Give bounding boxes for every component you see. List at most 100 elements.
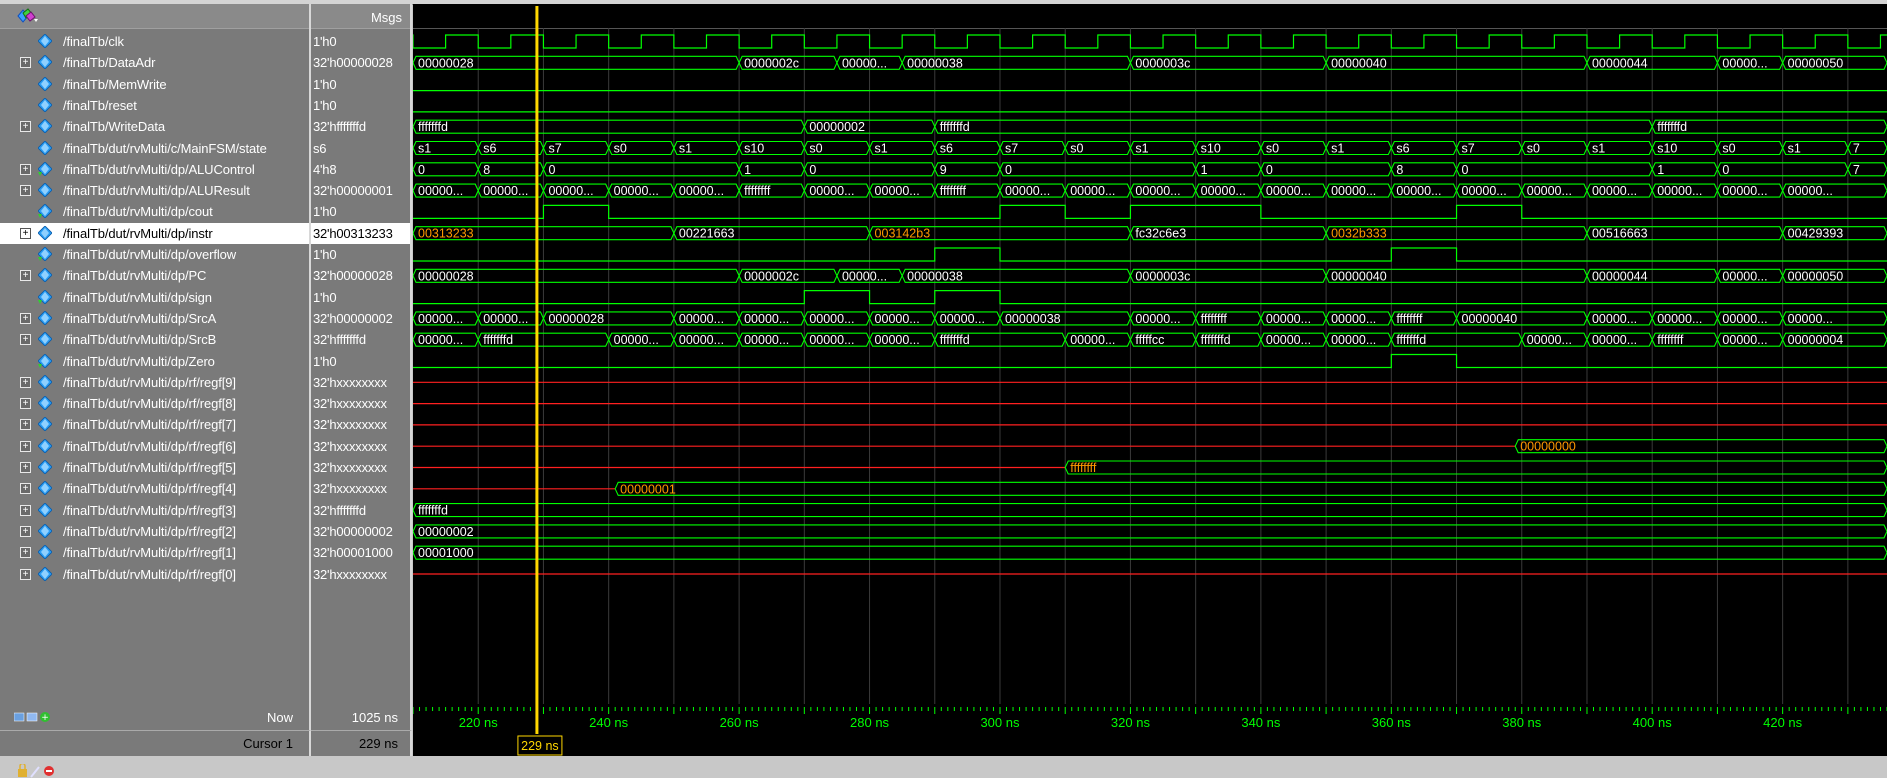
- signal-row[interactable]: + /finalTb/dut/rvMulti/dp/rf/regf[7]: [0, 414, 309, 435]
- signal-row[interactable]: /finalTb/reset: [0, 95, 309, 116]
- signal-value-row[interactable]: s6: [311, 138, 410, 159]
- signal-row[interactable]: + /finalTb/dut/rvMulti/dp/rf/regf[5]: [0, 457, 309, 478]
- signal-value-row[interactable]: 1'h0: [311, 287, 410, 308]
- signal-value-row[interactable]: 32'hxxxxxxxx: [311, 414, 410, 435]
- signal-names-pane[interactable]: /finalTb/clk + /finalTb/DataAdr/finalTb/Me…: [0, 4, 311, 704]
- signal-value-row[interactable]: 32'h00001000: [311, 542, 410, 563]
- signal-value-row[interactable]: 4'h8: [311, 159, 410, 180]
- signal-value-row[interactable]: 1'h0: [311, 351, 410, 372]
- signal-value-row[interactable]: 1'h0: [311, 74, 410, 95]
- signal-values-pane[interactable]: Msgs 1'h0 32'h00000028 1'h0 1'h0 32'hfffffff…: [311, 4, 412, 704]
- signal-row[interactable]: /finalTb/MemWrite: [0, 74, 309, 95]
- waveform-track[interactable]: 00000000: [413, 439, 1887, 454]
- waveform-track[interactable]: 00000... 00000... 00000028 00000... 00000...…: [413, 311, 1887, 326]
- signal-row[interactable]: + /finalTb/dut/rvMulti/dp/PC: [0, 265, 309, 286]
- signal-row[interactable]: /finalTb/dut/rvMulti/dp/sign: [0, 287, 309, 308]
- signal-value-row[interactable]: 32'hxxxxxxxx: [311, 478, 410, 499]
- signal-value-row[interactable]: 32'h00000001: [311, 180, 410, 201]
- waveform-track[interactable]: [413, 204, 1887, 219]
- waveform-track[interactable]: fffffffd 00000002 fffffffd fffffffd: [413, 119, 1887, 134]
- waveform-track[interactable]: 0 8 0 1 0 9 0 1 0 8 0 1 0 7: [413, 162, 1887, 177]
- expand-icon[interactable]: +: [20, 525, 31, 537]
- signal-row[interactable]: /finalTb/clk: [0, 31, 309, 52]
- expand-icon[interactable]: +: [20, 568, 31, 580]
- signal-value-row[interactable]: 1'h0: [311, 201, 410, 222]
- expand-icon[interactable]: +: [20, 376, 31, 388]
- signal-row[interactable]: + /finalTb/dut/rvMulti/dp/rf/regf[2]: [0, 521, 309, 542]
- signal-value-row[interactable]: 32'hxxxxxxxx: [311, 393, 410, 414]
- expand-icon[interactable]: +: [20, 163, 31, 175]
- signal-row[interactable]: /finalTb/dut/rvMulti/dp/overflow: [0, 244, 309, 265]
- signal-value-row[interactable]: 32'h00000028: [311, 265, 410, 286]
- signal-value-row[interactable]: 32'h00000002: [311, 521, 410, 542]
- wave-window-logo-icon[interactable]: [14, 8, 40, 24]
- waveform-track[interactable]: 00001000: [413, 545, 1887, 560]
- edit-cursor-icon[interactable]: [30, 766, 40, 778]
- expand-icon[interactable]: +: [20, 398, 31, 410]
- signal-row[interactable]: /finalTb/dut/rvMulti/dp/cout: [0, 201, 309, 222]
- signal-row[interactable]: + /finalTb/dut/rvMulti/dp/ALUResult: [0, 180, 309, 201]
- signal-value-row[interactable]: 1'h0: [311, 95, 410, 116]
- waveform-track[interactable]: s1 s6 s7 s0 s1 s10 s0 s1 s6 s7 s0 s1 s10 s0 s1 s6 s7 s0 s1…: [413, 140, 1887, 156]
- signal-value-row[interactable]: 32'hxxxxxxxx: [311, 457, 410, 478]
- waveform-track[interactable]: [413, 290, 1887, 305]
- wave-add-icon[interactable]: [14, 712, 25, 722]
- signal-value-row[interactable]: 1'h0: [311, 31, 410, 52]
- signal-row[interactable]: + /finalTb/dut/rvMulti/dp/instr: [0, 222, 309, 244]
- expand-icon[interactable]: +: [20, 57, 31, 69]
- expand-icon[interactable]: +: [20, 462, 31, 473]
- expand-icon[interactable]: +: [20, 334, 31, 346]
- expand-icon[interactable]: +: [20, 270, 31, 282]
- waveform-track[interactable]: 00000002: [413, 524, 1887, 539]
- expand-icon[interactable]: +: [20, 312, 31, 324]
- lock-cursor-icon[interactable]: [18, 764, 27, 777]
- waveform-track[interactable]: 00000... 00000... 00000... 00000... 00000...…: [413, 183, 1887, 198]
- toolbar-icons[interactable]: +: [14, 710, 54, 724]
- time-ruler-canvas[interactable]: 220 ns 240 ns 260 ns 280 ns 300 ns 320 ns 340 …: [412, 704, 1887, 756]
- waveform-track[interactable]: fffffffd: [413, 503, 1887, 518]
- signal-value-row[interactable]: 32'hfffffffd: [311, 500, 410, 521]
- expand-icon[interactable]: +: [20, 121, 31, 133]
- delete-cursor-icon[interactable]: [44, 766, 54, 776]
- expand-icon[interactable]: +: [20, 185, 31, 197]
- waveform-track[interactable]: 00000001: [413, 481, 1887, 496]
- expand-icon[interactable]: +: [20, 440, 31, 452]
- expand-icon[interactable]: +: [20, 227, 31, 239]
- signal-row[interactable]: + /finalTb/dut/rvMulti/dp/ALUControl: [0, 159, 309, 180]
- waveform-track[interactable]: ffffffff: [413, 460, 1887, 475]
- expand-icon[interactable]: +: [20, 483, 31, 495]
- signal-row[interactable]: + /finalTb/dut/rvMulti/dp/rf/regf[9]: [0, 372, 309, 393]
- signal-row[interactable]: /finalTb/dut/rvMulti/dp/Zero: [0, 351, 309, 372]
- signal-value-row[interactable]: 32'h00000002: [311, 308, 410, 329]
- signal-value-row[interactable]: 32'hxxxxxxxx: [311, 436, 410, 457]
- waveform-track[interactable]: 00000028 0000002c 00000... 00000038 0000003c…: [413, 268, 1887, 283]
- signal-value-row[interactable]: 1'h0: [311, 244, 410, 265]
- waveform-pane[interactable]: 00000028 0000002c 00000... 00000038 0000003c…: [413, 4, 1887, 704]
- waveform-track[interactable]: [413, 34, 1887, 49]
- signal-value-row[interactable]: 32'hxxxxxxxx: [311, 564, 410, 585]
- signal-value-row[interactable]: 32'hfffffffd: [311, 329, 410, 350]
- time-ruler[interactable]: 220 ns 240 ns 260 ns 280 ns 300 ns 320 ns 340 …: [412, 704, 1887, 756]
- expand-icon[interactable]: +: [20, 504, 31, 516]
- signal-row[interactable]: + /finalTb/dut/rvMulti/dp/SrcB: [0, 329, 309, 350]
- signal-row[interactable]: + /finalTb/dut/rvMulti/dp/rf/regf[8]: [0, 393, 309, 414]
- signal-row[interactable]: + /finalTb/dut/rvMulti/dp/rf/regf[6]: [0, 436, 309, 457]
- signal-row[interactable]: /finalTb/dut/rvMulti/c/MainFSM/state: [0, 138, 309, 159]
- signal-value-row[interactable]: 32'h00000028: [311, 52, 410, 73]
- signal-row[interactable]: + /finalTb/dut/rvMulti/dp/rf/regf[0]: [0, 564, 309, 585]
- cursor-toolbar-icons[interactable]: [18, 764, 58, 778]
- signal-row[interactable]: + /finalTb/WriteData: [0, 116, 309, 137]
- wave-list-icon[interactable]: [26, 712, 38, 722]
- signal-row[interactable]: + /finalTb/dut/rvMulti/dp/rf/regf[1]: [0, 542, 309, 563]
- expand-icon[interactable]: +: [20, 547, 31, 559]
- waveform-track[interactable]: [413, 353, 1887, 369]
- add-cursor-icon[interactable]: +: [40, 712, 50, 723]
- waveform-track[interactable]: 00313233 00221663 003142b3 fc32c6e3 0032b333…: [413, 226, 1887, 241]
- signal-row[interactable]: + /finalTb/dut/rvMulti/dp/rf/regf[4]: [0, 478, 309, 499]
- waveform-track[interactable]: 00000028 0000002c 00000... 00000038 0000003c…: [413, 55, 1887, 70]
- waveform-track[interactable]: 00000... fffffffd 00000... 00000... 00000...…: [413, 332, 1887, 347]
- waveform-canvas[interactable]: 00000028 0000002c 00000... 00000038 0000003c…: [413, 4, 1887, 704]
- signal-row[interactable]: + /finalTb/dut/rvMulti/dp/SrcA: [0, 308, 309, 329]
- signal-value-row[interactable]: 32'hxxxxxxxx: [311, 372, 410, 393]
- signal-value-row[interactable]: 32'h00313233: [311, 222, 410, 244]
